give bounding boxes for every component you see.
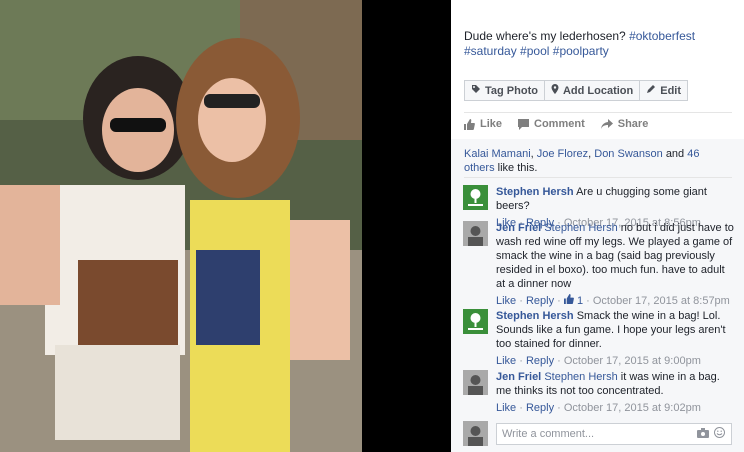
camera-icon[interactable] xyxy=(697,427,709,441)
like-count: 1 xyxy=(576,295,584,307)
comment-author[interactable]: Stephen Hersh xyxy=(496,186,574,198)
comment-meta: Like · Reply · October 17, 2015 at 9:00p… xyxy=(496,355,701,367)
comment-meta: Like · Reply · 1 · October 17, 2015 at 8… xyxy=(496,294,730,307)
hashtag-pool[interactable]: #pool xyxy=(520,44,549,58)
add-location-button[interactable]: Add Location xyxy=(544,80,641,101)
photo-image xyxy=(0,0,362,452)
avatar[interactable] xyxy=(463,370,488,395)
like-button[interactable]: Like xyxy=(464,118,502,130)
comment-like-count[interactable]: 1 xyxy=(563,294,586,307)
add-location-label: Add Location xyxy=(562,84,634,97)
tree-logo-icon xyxy=(463,185,488,210)
emoji-icon[interactable] xyxy=(714,427,725,441)
thumbs-up-icon xyxy=(464,118,475,130)
share-label: Share xyxy=(617,118,649,130)
comment-bubble-icon xyxy=(518,118,530,130)
tag-photo-button[interactable]: Tag Photo xyxy=(464,80,545,101)
share-button[interactable]: Share xyxy=(600,118,649,130)
photo-viewer xyxy=(0,0,451,452)
tag-icon xyxy=(471,84,481,97)
avatar[interactable] xyxy=(463,221,488,246)
like-comment-share-bar: Like Comment Share xyxy=(464,118,648,130)
comment-body: Jen Friel Stephen Hersh it was wine in a… xyxy=(496,370,734,415)
profile-photo-icon xyxy=(463,421,488,446)
comment-composer: Write a comment... xyxy=(463,421,733,447)
hashtag-poolparty[interactable]: #poolparty xyxy=(553,44,609,58)
profile-photo-icon xyxy=(463,370,488,395)
reactor-name[interactable]: Don Swanson xyxy=(594,148,663,160)
share-arrow-icon xyxy=(600,119,613,129)
photo-actions: Tag Photo Add Location Edit xyxy=(464,80,689,101)
divider xyxy=(464,177,732,178)
comment-mention[interactable]: Stephen Hersh xyxy=(544,371,617,383)
photo[interactable] xyxy=(0,0,362,452)
reactor-name[interactable]: Kalai Mamani xyxy=(464,148,531,160)
thumbs-up-icon xyxy=(563,294,577,307)
reactions-tail: like this. xyxy=(497,162,538,174)
comment-timestamp[interactable]: October 17, 2015 at 8:57pm xyxy=(593,295,730,307)
comment-button[interactable]: Comment xyxy=(518,118,585,130)
comment-label: Comment xyxy=(534,118,585,130)
comment-like-link[interactable]: Like xyxy=(496,295,516,307)
pencil-icon xyxy=(646,84,656,97)
hashtag-oktoberfest[interactable]: #oktoberfest xyxy=(629,29,695,43)
comment-reply-link[interactable]: Reply xyxy=(526,295,554,307)
reactions-summary: Kalai Mamani, Joe Florez, Don Swanson an… xyxy=(464,148,700,174)
hashtag-saturday[interactable]: #saturday xyxy=(464,44,517,58)
comment-timestamp[interactable]: October 17, 2015 at 9:00pm xyxy=(564,355,701,367)
comments-section: Kalai Mamani, Joe Florez, Don Swanson an… xyxy=(451,139,744,452)
comment-input[interactable]: Write a comment... xyxy=(496,423,732,445)
tag-photo-label: Tag Photo xyxy=(485,84,538,97)
comment-author[interactable]: Stephen Hersh xyxy=(496,310,574,322)
avatar[interactable] xyxy=(463,185,488,210)
composer-icons xyxy=(697,427,725,441)
avatar[interactable] xyxy=(463,421,488,446)
edit-label: Edit xyxy=(660,84,682,97)
location-pin-icon xyxy=(551,84,559,97)
comment-reply-link[interactable]: Reply xyxy=(526,355,554,367)
comment-body: Stephen Hersh Smack the wine in a bag! L… xyxy=(496,309,734,368)
edit-button[interactable]: Edit xyxy=(640,80,689,101)
reactions-and: and xyxy=(665,148,685,160)
post-caption: Dude where's my lederhosen? #oktoberfest… xyxy=(464,29,734,59)
comment-author[interactable]: Jen Friel xyxy=(496,222,541,234)
reactor-name[interactable]: Joe Florez xyxy=(537,148,588,160)
caption-text: Dude where's my lederhosen? xyxy=(464,29,626,43)
comment-timestamp[interactable]: October 17, 2015 at 9:02pm xyxy=(564,402,701,414)
comment-reply-link[interactable]: Reply xyxy=(526,402,554,414)
comments-panel: Dude where's my lederhosen? #oktoberfest… xyxy=(451,0,744,452)
comment-meta: Like · Reply · October 17, 2015 at 9:02p… xyxy=(496,402,701,414)
comment-input-placeholder: Write a comment... xyxy=(502,428,595,440)
comment-like-link[interactable]: Like xyxy=(496,355,516,367)
comment-mention[interactable]: Stephen Hersh xyxy=(544,222,617,234)
comment-author[interactable]: Jen Friel xyxy=(496,371,541,383)
avatar[interactable] xyxy=(463,309,488,334)
comment-like-link[interactable]: Like xyxy=(496,402,516,414)
comment-body: Jen Friel Stephen Hersh no but i did jus… xyxy=(496,221,734,308)
tree-logo-icon xyxy=(463,309,488,334)
profile-photo-icon xyxy=(463,221,488,246)
like-label: Like xyxy=(480,118,503,130)
divider xyxy=(464,112,732,113)
